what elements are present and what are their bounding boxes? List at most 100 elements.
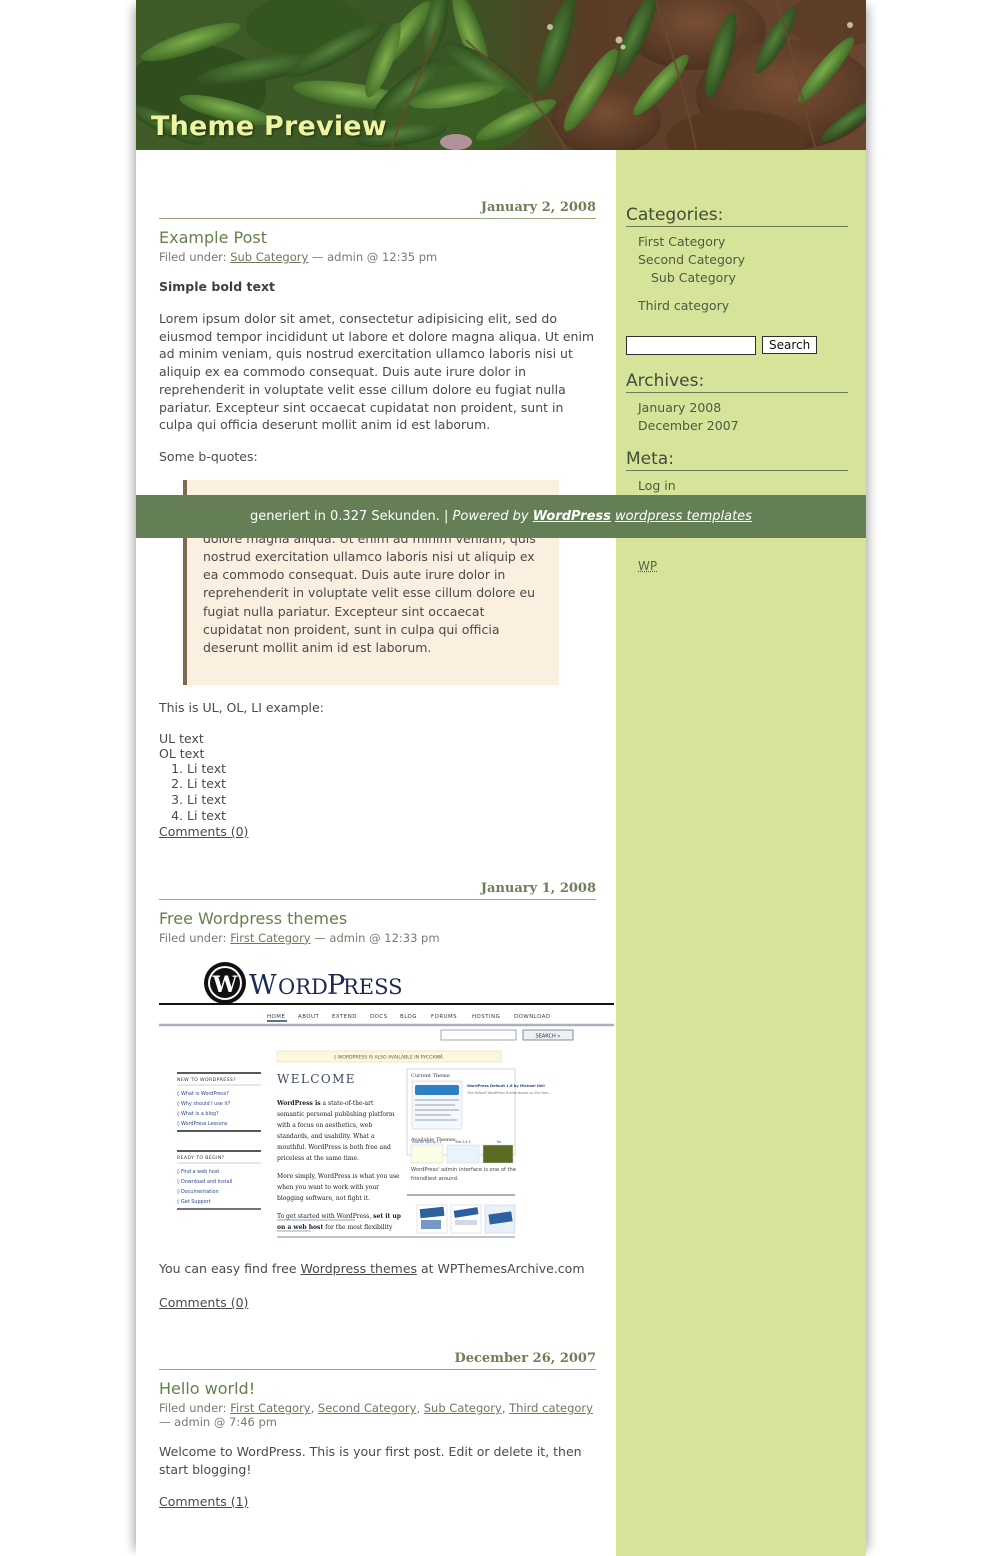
sidebar-section-categories: Categories: First Category Second Catego… (616, 205, 866, 316)
svg-text:◊ Download and Install: ◊ Download and Install (177, 1179, 232, 1185)
category-link[interactable]: Third category (638, 298, 729, 313)
post-after-image-text: You can easy find free Wordpress themes … (159, 1260, 596, 1278)
svg-text:DOCS: DOCS (370, 1014, 388, 1020)
footer-separator: | (444, 509, 448, 524)
svg-text:The default WordPress theme ba: The default WordPress theme based on the… (466, 1091, 551, 1095)
category-link[interactable]: Third category (509, 1401, 593, 1415)
comments-link[interactable]: Comments (0) (159, 823, 248, 841)
post-title: Free Wordpress themes (159, 909, 596, 928)
svg-text:priceless at the same time.: priceless at the same time. (277, 1155, 359, 1162)
svg-text:BLOG: BLOG (400, 1014, 417, 1020)
bold-heading: Simple bold text (159, 278, 596, 296)
category-link[interactable]: Sub Category (424, 1401, 502, 1415)
svg-text:SEARCH »: SEARCH » (536, 1033, 561, 1039)
sidebar-item-second-category[interactable]: Second Category (638, 251, 848, 269)
svg-text:W: W (212, 972, 238, 998)
post-body: Welcome to WordPress. This is your first… (159, 1443, 596, 1510)
archive-link[interactable]: January 2008 (638, 400, 721, 415)
svg-text:WordPress is a state-of-the-ar: WordPress is a state-of-the-art (276, 1100, 374, 1107)
filed-under-label: Filed under: (159, 931, 227, 945)
svg-text:WELCOME: WELCOME (277, 1072, 356, 1086)
svg-text:friendliest around.: friendliest around. (411, 1176, 459, 1182)
after-image-post: at WPThemesArchive.com (417, 1261, 584, 1276)
post-meta: Filed under: Sub Category — admin @ 12:3… (159, 250, 596, 264)
search-form[interactable]: Search (616, 322, 866, 371)
svg-text:◊ WORDPRESS IS ALSO AVAILABLE: ◊ WORDPRESS IS ALSO AVAILABLE IN РУССКИЙ… (334, 1053, 444, 1060)
svg-text:ORD: ORD (278, 975, 328, 999)
post-date: January 1, 2008 (159, 881, 596, 900)
post-paragraph: Welcome to WordPress. This is your first… (159, 1443, 596, 1479)
post-meta: Filed under: First Category — admin @ 12… (159, 931, 596, 945)
svg-text:◊ Get Support: ◊ Get Support (177, 1199, 211, 1205)
post-author-time: — admin @ 12:33 pm (314, 931, 439, 945)
sidebar-item-first-category[interactable]: First Category (638, 233, 848, 251)
svg-text:HOSTING: HOSTING (472, 1014, 500, 1020)
list-item: Li text (187, 792, 596, 808)
list-intro: This is UL, OL, LI example: (159, 699, 596, 717)
category-link[interactable]: Sub Category (651, 270, 736, 285)
wordpress-link[interactable]: WordPress (533, 509, 611, 524)
list-item: Li text (187, 761, 596, 777)
bquote-intro: Some b-quotes: (159, 448, 596, 466)
svg-text:Kubrick Spring 1.1: Kubrick Spring 1.1 (412, 1140, 441, 1144)
category-link[interactable]: First Category (230, 1401, 310, 1415)
login-link[interactable]: Log in (638, 478, 676, 493)
svg-text:Current Theme: Current Theme (411, 1073, 450, 1079)
svg-text:Blix 2.4.3: Blix 2.4.3 (456, 1140, 471, 1144)
post-title: Example Post (159, 228, 596, 247)
post-date: January 2, 2008 (159, 200, 596, 219)
archives-list: January 2008 December 2007 (626, 396, 848, 435)
category-link[interactable]: Second Category (318, 1401, 417, 1415)
svg-text:◊ WordPress Lessons: ◊ WordPress Lessons (177, 1121, 228, 1127)
search-input[interactable] (626, 336, 756, 355)
sidebar-item-january-2008[interactable]: January 2008 (638, 399, 848, 417)
list-item: Li text (187, 776, 596, 792)
svg-text:mouthful. WordPress is both fr: mouthful. WordPress is both free and (277, 1144, 391, 1151)
wordpress-themes-link[interactable]: Wordpress themes (301, 1261, 418, 1276)
ul-item: UL text (159, 731, 596, 746)
svg-text:when you want to work with you: when you want to work with your (277, 1184, 379, 1191)
svg-text:◊ What is WordPress?: ◊ What is WordPress? (177, 1091, 229, 1097)
svg-text:semantic personal publishing p: semantic personal publishing platform (277, 1111, 395, 1118)
footer-bar: generiert in 0.327 Sekunden. | Powered b… (136, 495, 866, 538)
search-button[interactable]: Search (762, 336, 817, 354)
svg-text:HOME: HOME (267, 1014, 285, 1020)
wp-link[interactable]: WP (638, 559, 657, 573)
categories-list: First Category Second Category Sub Categ… (626, 230, 848, 316)
svg-text:◊ Documentation: ◊ Documentation (177, 1189, 219, 1195)
svg-text:Tar: Tar (496, 1140, 502, 1144)
wordpress-templates-link[interactable]: wordpress templates (615, 509, 752, 524)
svg-text:on a web host for the most fle: on a web host for the most flexibility (277, 1224, 393, 1231)
wordpress-screenshot-svg: W W ORD P RESS HOME ABOUT EXTEND DOCS BL… (159, 959, 614, 1244)
sidebar-item-sub-category[interactable]: Sub Category (638, 269, 848, 287)
category-link[interactable]: Second Category (638, 252, 745, 267)
archives-heading: Archives: (626, 371, 848, 393)
category-link[interactable]: First Category (230, 931, 310, 945)
archive-link[interactable]: December 2007 (638, 418, 739, 433)
svg-text:RESS: RESS (343, 975, 403, 999)
generation-time: generiert in 0.327 Sekunden. (250, 509, 440, 524)
category-link[interactable]: Sub Category (230, 250, 308, 264)
comments-link[interactable]: Comments (0) (159, 1295, 248, 1310)
page-title: Theme Preview (151, 111, 387, 142)
filed-under-label: Filed under: (159, 1401, 227, 1415)
meta-heading: Meta: (626, 449, 848, 471)
svg-text:◊ Why should I use it?: ◊ Why should I use it? (177, 1101, 231, 1107)
svg-text:EXTEND: EXTEND (332, 1014, 357, 1020)
svg-text:WordPress' admin interface is: WordPress' admin interface is one of the (411, 1167, 516, 1173)
svg-text:More simply, WordPress is what: More simply, WordPress is what you use (277, 1173, 400, 1180)
post-paragraph: Lorem ipsum dolor sit amet, consectetur … (159, 310, 596, 434)
sidebar-item-third-category[interactable]: Third category (638, 297, 848, 315)
list-item: Li text (187, 808, 596, 824)
post-author-time: — admin @ 7:46 pm (159, 1415, 277, 1429)
ol-item: OL text (159, 746, 596, 761)
categories-heading: Categories: (626, 205, 848, 227)
sidebar-item-login[interactable]: Log in (638, 477, 848, 495)
svg-text:W: W (249, 970, 277, 1001)
post-hello-world: December 26, 2007 Hello world! Filed und… (159, 1351, 596, 1510)
comments-link[interactable]: Comments (1) (159, 1493, 248, 1511)
sidebar-item-december-2007[interactable]: December 2007 (638, 417, 848, 435)
svg-text:blogging software, not fight i: blogging software, not fight it. (277, 1195, 370, 1202)
body-wrapper: January 2, 2008 Example Post Filed under… (136, 150, 866, 1556)
category-link[interactable]: First Category (638, 234, 725, 249)
